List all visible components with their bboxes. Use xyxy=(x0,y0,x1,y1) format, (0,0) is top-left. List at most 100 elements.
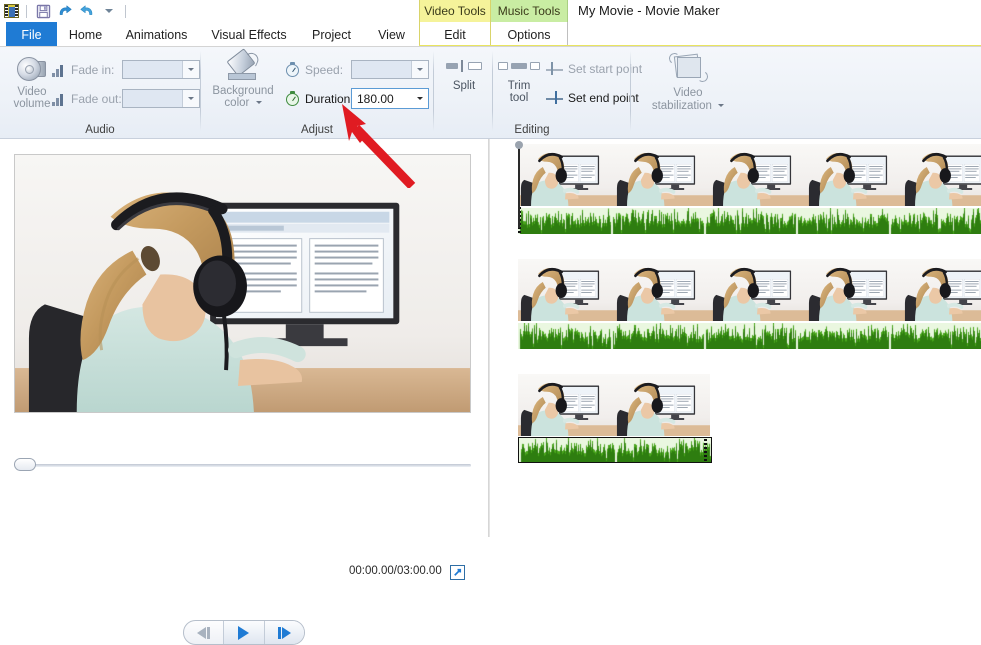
video-stabilization-chevron-down-icon[interactable] xyxy=(718,104,725,108)
fade-out-chevron-down-icon xyxy=(182,90,199,107)
video-volume-label-line1: Video xyxy=(17,86,47,98)
ribbon-tab-strip: File Home Animations Visual Effects Proj… xyxy=(0,22,981,47)
trim-tool-button[interactable]: Trim tool xyxy=(496,59,542,104)
fade-out-icon xyxy=(52,93,66,106)
paint-bucket-icon xyxy=(223,48,263,85)
redo-icon[interactable] xyxy=(78,2,96,20)
clip-thumbnails-row-1[interactable] xyxy=(518,144,981,206)
set-end-point-label: Set end point xyxy=(568,91,639,105)
video-stabilization-label-line1: Video xyxy=(673,87,703,99)
speed-stopwatch-icon xyxy=(285,62,300,77)
clip-thumbnail[interactable] xyxy=(614,144,710,206)
clip-selection-edge xyxy=(704,439,707,461)
ribbon-group-editing-title: Editing xyxy=(514,124,550,136)
play-icon xyxy=(238,625,250,640)
movie-maker-window: Video Tools Music Tools My Movie - Movie… xyxy=(0,0,981,645)
speed-chevron-down-icon xyxy=(411,61,428,78)
title-bar: Video Tools Music Tools My Movie - Movie… xyxy=(0,0,981,22)
background-color-chevron-down-icon[interactable] xyxy=(255,101,262,105)
video-stabilization-icon xyxy=(667,52,709,84)
video-stabilization-label-line2: stabilization xyxy=(651,100,712,112)
clip-thumbnail[interactable] xyxy=(806,144,902,206)
tab-visual-effects[interactable]: Visual Effects xyxy=(199,22,299,47)
next-frame-button[interactable] xyxy=(263,621,304,644)
video-volume-button[interactable]: Video volume xyxy=(6,54,58,110)
duration-field[interactable]: 180.00 xyxy=(351,88,429,109)
clip-thumbnails-row-2[interactable] xyxy=(518,259,981,321)
ribbon: Video volume Fade in: Fade out: Audio Ba… xyxy=(0,47,981,139)
speed-row: Speed: xyxy=(285,62,343,77)
ribbon-group-adjust-title: Adjust xyxy=(301,124,333,136)
clip-thumbnail[interactable] xyxy=(902,259,981,321)
scrubber-handle[interactable] xyxy=(14,458,36,471)
fade-in-label: Fade in: xyxy=(71,63,115,77)
transport-controls xyxy=(183,620,305,645)
fade-in-dropdown[interactable] xyxy=(122,60,200,79)
contextual-tools-video: Video Tools xyxy=(419,0,491,22)
clip-thumbnail[interactable] xyxy=(710,144,806,206)
tab-animations[interactable]: Animations xyxy=(114,22,199,47)
save-icon[interactable] xyxy=(34,2,52,20)
tab-project[interactable]: Project xyxy=(299,22,364,47)
tab-options[interactable]: Options xyxy=(491,22,568,47)
audio-waveform-clip-1[interactable] xyxy=(518,207,981,234)
set-end-point-button[interactable]: Set end point xyxy=(546,91,639,105)
ribbon-group-adjust: Background color Speed: Duration 180.00 xyxy=(201,47,433,138)
fullscreen-arrow-icon[interactable] xyxy=(450,565,465,580)
speed-label: Speed: xyxy=(305,62,344,77)
group-divider-3 xyxy=(630,51,631,131)
duration-row: Duration xyxy=(285,91,350,106)
duration-value: 180.00 xyxy=(357,91,394,106)
editing-inner-divider xyxy=(492,51,493,131)
set-end-point-icon xyxy=(546,91,563,105)
fade-out-dropdown[interactable] xyxy=(122,89,200,108)
split-icon xyxy=(444,59,484,73)
clip-thumbnail[interactable] xyxy=(614,259,710,321)
previous-frame-icon xyxy=(197,626,207,639)
document-title: My Movie - Movie Maker xyxy=(578,3,720,18)
next-frame-icon xyxy=(277,626,281,639)
speaker-icon xyxy=(15,54,49,84)
preview-timecode: 00:00.00/03:00.00 xyxy=(349,565,442,577)
qat-divider xyxy=(26,4,27,18)
duration-chevron-down-icon[interactable] xyxy=(412,89,428,108)
ribbon-group-editing: Split Trim tool Set start point Set end … xyxy=(434,47,642,138)
filmstrip-icon xyxy=(4,4,19,18)
ribbon-group-audio: Video volume Fade in: Fade out: Audio xyxy=(0,47,200,138)
trim-icon xyxy=(498,59,540,73)
audio-waveform-clip-3[interactable] xyxy=(518,437,712,463)
clip-thumbnail[interactable] xyxy=(710,259,806,321)
fade-in-chevron-down-icon xyxy=(182,61,199,78)
playhead-indicator[interactable] xyxy=(515,141,523,228)
tab-edit[interactable]: Edit xyxy=(419,22,491,47)
set-start-point-button[interactable]: Set start point xyxy=(546,62,642,76)
background-color-label-line1: Background xyxy=(212,85,274,97)
split-button[interactable]: Split xyxy=(440,59,488,92)
clip-thumbnail[interactable] xyxy=(614,374,710,436)
video-volume-label-line2: volume xyxy=(13,98,51,110)
trim-tool-label-line2: tool xyxy=(509,92,529,104)
video-stabilization-button[interactable]: Video stabilization xyxy=(644,52,732,113)
clip-thumbnails-row-3[interactable] xyxy=(518,374,710,436)
video-preview-frame[interactable] xyxy=(14,154,471,413)
quick-access-toolbar xyxy=(4,2,129,20)
fade-out-label: Fade out: xyxy=(71,92,122,106)
clip-thumbnail[interactable] xyxy=(518,374,614,436)
audio-waveform-clip-2[interactable] xyxy=(518,322,981,349)
play-button[interactable] xyxy=(223,621,264,644)
clip-thumbnail[interactable] xyxy=(806,259,902,321)
clip-thumbnail[interactable] xyxy=(902,144,981,206)
background-color-button[interactable]: Background color xyxy=(207,48,279,109)
undo-icon[interactable] xyxy=(56,2,74,20)
previous-frame-button[interactable] xyxy=(184,621,223,644)
clip-thumbnail[interactable] xyxy=(518,259,614,321)
customize-quick-access-icon[interactable] xyxy=(100,2,118,20)
scrubber-track[interactable] xyxy=(22,464,471,467)
tab-file[interactable]: File xyxy=(6,22,57,47)
storyboard-timeline[interactable] xyxy=(490,139,981,537)
tab-home[interactable]: Home xyxy=(57,22,114,47)
preview-scrubber[interactable] xyxy=(14,457,471,473)
tab-view[interactable]: View xyxy=(364,22,419,47)
speed-dropdown[interactable] xyxy=(351,60,429,79)
clip-thumbnail[interactable] xyxy=(518,144,614,206)
